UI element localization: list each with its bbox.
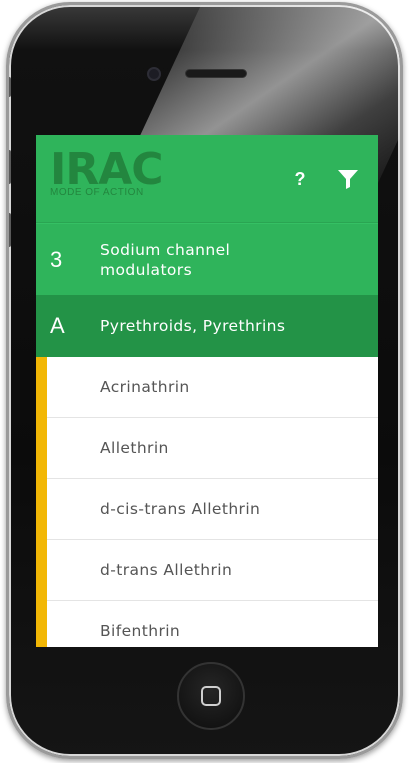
- category-code: 3: [50, 246, 63, 272]
- compound-list: Acrinathrin Allethrin d-cis-trans Alleth…: [36, 357, 378, 647]
- subgroup-row[interactable]: A Pyrethroids, Pyrethrins: [36, 295, 378, 357]
- list-item[interactable]: Acrinathrin: [47, 357, 378, 418]
- list-item[interactable]: d-cis-trans Allethrin: [47, 479, 378, 540]
- subgroup-code: A: [50, 313, 65, 338]
- group-accent-bar: [36, 357, 47, 647]
- irac-logo: IRAC MODE OF ACTION: [50, 147, 164, 199]
- front-camera-icon: [147, 67, 161, 81]
- list-item[interactable]: Bifenthrin: [47, 601, 378, 647]
- home-button[interactable]: [177, 662, 245, 730]
- app-screen: IRAC MODE OF ACTION ? 3 Sodium channel m…: [36, 135, 378, 647]
- list-item[interactable]: d-trans Allethrin: [47, 540, 378, 601]
- filter-icon[interactable]: [336, 167, 360, 191]
- mute-switch: [9, 77, 11, 97]
- category-label: Sodium channel modulators: [100, 240, 231, 279]
- app-header: IRAC MODE OF ACTION ?: [36, 135, 378, 223]
- list-item[interactable]: Allethrin: [47, 418, 378, 479]
- volume-up-button: [9, 150, 11, 184]
- speaker-grille: [185, 69, 247, 78]
- help-button[interactable]: ?: [288, 165, 312, 193]
- home-square-icon: [201, 686, 221, 706]
- subgroup-label: Pyrethroids, Pyrethrins: [100, 317, 286, 335]
- volume-down-button: [9, 213, 11, 247]
- category-row[interactable]: 3 Sodium channel modulators: [36, 223, 378, 295]
